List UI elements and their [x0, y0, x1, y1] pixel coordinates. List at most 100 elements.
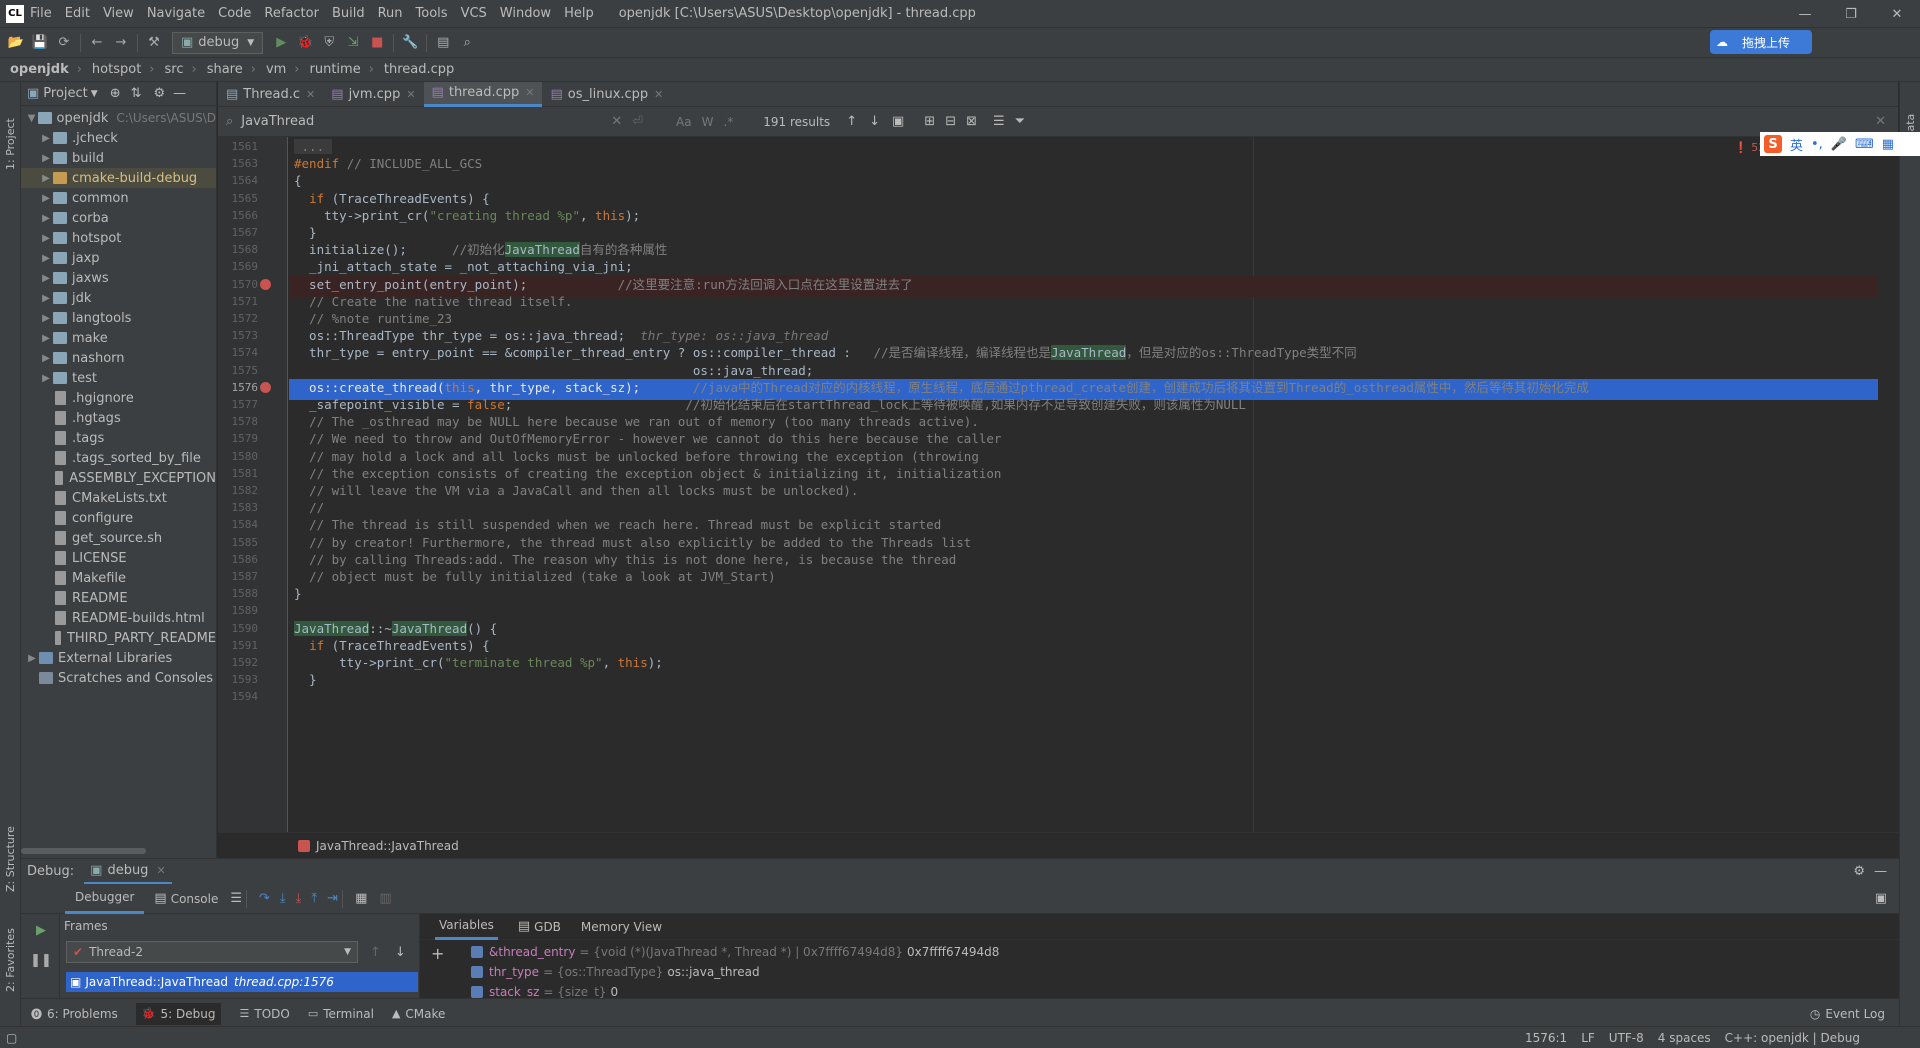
tree-item[interactable]: ▶ make: [21, 328, 216, 348]
code-line[interactable]: os::ThreadType thr_type = os::java_threa…: [294, 327, 828, 344]
event-log-tab[interactable]: ◷ Event Log: [1810, 1007, 1885, 1021]
maximize-button[interactable]: ❐: [1828, 0, 1874, 28]
code-line[interactable]: // by calling Threads:add. The reason wh…: [294, 551, 956, 568]
code-line[interactable]: }: [294, 671, 317, 688]
menu-run[interactable]: Run: [378, 6, 403, 21]
tool-tab-cmake[interactable]: ▲ CMake: [392, 1007, 445, 1021]
add-selection-icon[interactable]: ⊞: [924, 114, 935, 129]
chevron-down-icon[interactable]: ▼: [91, 89, 98, 99]
evaluate-icon[interactable]: ▦: [355, 891, 367, 906]
forward-icon[interactable]: →: [109, 31, 133, 55]
menu-navigate[interactable]: Navigate: [147, 6, 205, 21]
add-watch-icon[interactable]: +: [431, 944, 444, 963]
structure-icon[interactable]: ▤: [431, 31, 455, 55]
breadcrumb-item[interactable]: openjdk: [10, 62, 69, 77]
run-config-select[interactable]: ▣ debug ▼: [172, 31, 264, 54]
tree-item[interactable]: ▶ .jcheck: [21, 128, 216, 148]
variable-row[interactable]: &thread_entry = {void (*)(JavaThread *, T…: [471, 942, 999, 962]
tree-item[interactable]: get_source.sh: [21, 528, 216, 548]
sync-icon[interactable]: ⟳: [52, 31, 76, 55]
tool-tab-todo[interactable]: ☰ TODO: [239, 1007, 289, 1021]
step-over-icon[interactable]: ↷: [259, 891, 270, 906]
tree-item[interactable]: ▶ common: [21, 188, 216, 208]
code-line[interactable]: // the exception consists of creating th…: [294, 465, 1001, 482]
menu-edit[interactable]: Edit: [65, 6, 90, 21]
keyboard-icon[interactable]: ⌨: [1855, 137, 1874, 152]
project-view-select[interactable]: Project: [43, 86, 87, 101]
menu-build[interactable]: Build: [332, 6, 365, 21]
code-line[interactable]: JavaThread::~JavaThread() {: [294, 620, 497, 637]
code-editor[interactable]: 1561 1563 1564 1565 1566 1567 1568 1569 1570 1571…: [218, 137, 1878, 832]
code-line[interactable]: os::java_thread;: [294, 362, 813, 379]
chevron-right-icon[interactable]: ▶: [39, 273, 53, 284]
menu-refactor[interactable]: Refactor: [264, 6, 319, 21]
code-line[interactable]: _safepoint_visible = false; //初始化结束后在sta…: [294, 396, 1246, 413]
code-line[interactable]: tty->print_cr("terminate thread %p", thi…: [294, 654, 663, 671]
attach-icon[interactable]: ⇲: [341, 31, 365, 55]
code-line[interactable]: tty->print_cr("creating thread %p", this…: [294, 207, 640, 224]
close-icon[interactable]: ✕: [156, 864, 165, 877]
breadcrumb-item[interactable]: vm: [266, 62, 286, 77]
tree-item[interactable]: THIRD_PARTY_README: [21, 628, 216, 648]
tree-item[interactable]: configure: [21, 508, 216, 528]
tree-item-scratches[interactable]: Scratches and Consoles: [21, 668, 216, 688]
tree-item[interactable]: README: [21, 588, 216, 608]
status-toggle-icon[interactable]: ▢: [6, 1031, 17, 1045]
step-out-icon[interactable]: ⤒: [311, 891, 317, 906]
breadcrumb-item[interactable]: thread.cpp: [384, 62, 454, 77]
mic-icon[interactable]: 🎤: [1831, 137, 1847, 152]
close-tab-icon[interactable]: ✕: [654, 88, 663, 101]
tab-variables[interactable]: Variables: [435, 914, 498, 940]
code-line[interactable]: // We need to throw and OutOfMemoryError…: [294, 430, 1001, 447]
menu-vcs[interactable]: VCS: [461, 6, 487, 21]
code-line[interactable]: {: [294, 172, 302, 189]
tab-debugger[interactable]: Debugger: [65, 884, 145, 914]
breadcrumb-item[interactable]: share: [207, 62, 243, 77]
tree-item[interactable]: ▶ jaxws: [21, 268, 216, 288]
debug-config-tab[interactable]: ▣ debug ✕: [84, 859, 172, 885]
save-icon[interactable]: 💾: [28, 31, 52, 55]
tab-Thread-c[interactable]: ▤ Thread.c ✕: [218, 82, 323, 107]
tree-item-external-libraries[interactable]: ▶ External Libraries: [21, 648, 216, 668]
tree-item[interactable]: ▶ corba: [21, 208, 216, 228]
code-line[interactable]: // object must be fully initialized (tak…: [294, 568, 776, 585]
chevron-right-icon[interactable]: ▶: [39, 373, 53, 384]
restore-layout-icon[interactable]: ▣: [1875, 891, 1887, 906]
chevron-right-icon[interactable]: ▶: [39, 153, 53, 164]
close-tab-icon[interactable]: ✕: [306, 88, 315, 101]
layout-icon[interactable]: ▥: [379, 891, 391, 906]
chevron-right-icon[interactable]: ▶: [39, 173, 53, 184]
hide-icon[interactable]: —: [1874, 864, 1887, 879]
code-line[interactable]: thr_type = entry_point == &compiler_thre…: [294, 344, 1357, 361]
tree-item[interactable]: ▶ hotspot: [21, 228, 216, 248]
tool-tab-terminal[interactable]: ▭ Terminal: [308, 1007, 374, 1021]
code-line[interactable]: if (TraceThreadEvents) {: [294, 637, 490, 654]
locate-icon[interactable]: ⊕: [110, 86, 121, 101]
chevron-right-icon[interactable]: ▶: [39, 233, 53, 244]
minimize-button[interactable]: —: [1782, 0, 1828, 28]
menu-tools[interactable]: Tools: [416, 6, 448, 21]
tree-root[interactable]: ▼ openjdk C:\Users\ASUS\D: [21, 108, 216, 128]
menu-code[interactable]: Code: [218, 6, 251, 21]
code-line[interactable]: }: [294, 585, 302, 602]
project-tool-tab[interactable]: 1: Project: [4, 90, 17, 170]
code-line[interactable]: #endif // INCLUDE_ALL_GCS: [294, 155, 482, 172]
tree-item[interactable]: ▶ langtools: [21, 308, 216, 328]
chevron-right-icon[interactable]: ▶: [39, 353, 53, 364]
chevron-right-icon[interactable]: ▶: [39, 213, 53, 224]
variable-row[interactable]: thr_type = {os::ThreadType} os::java_threa…: [471, 962, 999, 982]
stop-icon[interactable]: ■: [365, 31, 389, 55]
menu-view[interactable]: View: [103, 6, 134, 21]
build-hammer-icon[interactable]: ⚒: [142, 31, 166, 55]
menu-file[interactable]: File: [30, 6, 52, 21]
status-item[interactable]: 1576:1: [1525, 1031, 1567, 1045]
prev-occurrence-icon[interactable]: ↑: [846, 114, 857, 129]
step-into-icon[interactable]: ⤓: [280, 891, 286, 906]
status-item[interactable]: 4 spaces: [1658, 1031, 1711, 1045]
status-item[interactable]: LF: [1581, 1031, 1595, 1045]
settings-wrench-icon[interactable]: 🔧: [398, 31, 422, 55]
close-tab-icon[interactable]: ✕: [406, 88, 415, 101]
close-button[interactable]: ✕: [1874, 0, 1920, 28]
tree-item[interactable]: README-builds.html: [21, 608, 216, 628]
status-item[interactable]: C++: openjdk | Debug: [1725, 1031, 1860, 1045]
